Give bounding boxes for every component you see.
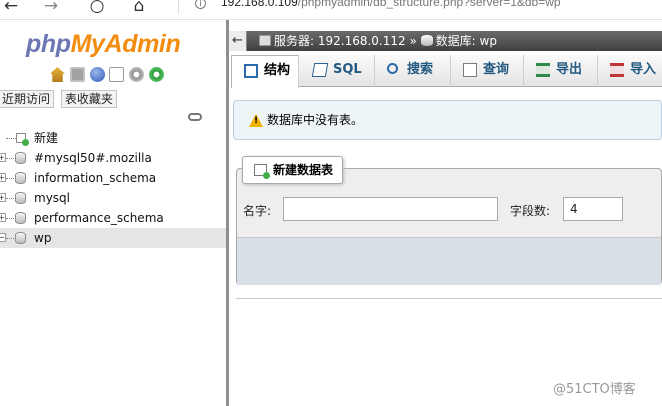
sql-icon xyxy=(311,63,329,77)
fieldset-footer xyxy=(237,237,661,285)
search-icon xyxy=(387,63,398,74)
address-bar[interactable]: i 192.168.0.109/phpmyadmin/db_structure.… xyxy=(178,0,662,14)
link-icon[interactable] xyxy=(188,113,202,121)
database-icon xyxy=(15,152,26,164)
reload-icon[interactable] xyxy=(149,67,165,82)
database-icon xyxy=(15,232,26,244)
field-count-input[interactable] xyxy=(563,197,623,221)
notice-text: 数据库中没有表。 xyxy=(267,113,364,127)
structure-icon xyxy=(244,64,258,78)
browser-toolbar: ← → ○ ⌂ i 192.168.0.109/phpmyadmin/db_st… xyxy=(0,0,662,20)
site-info-icon[interactable]: i xyxy=(195,0,206,9)
collapse-nav-icon[interactable]: ← xyxy=(229,31,247,51)
watermark: @51CTO博客 xyxy=(553,382,636,397)
tab-recent[interactable]: 近期访问 xyxy=(0,90,55,108)
phpmyadmin-logo[interactable]: phpMyAdmin xyxy=(26,30,181,59)
tab-label: 搜索 xyxy=(407,62,434,77)
tree-item-db-selected[interactable]: − wp xyxy=(0,228,226,248)
database-icon xyxy=(15,172,26,184)
docs-icon[interactable] xyxy=(109,67,125,82)
tab-bar: 结构 SQL 搜索 查询 导出 导入 xyxy=(231,55,662,88)
tab-label: 导入 xyxy=(630,62,657,77)
tab-export[interactable]: 导出 xyxy=(524,55,598,87)
tree-item-label: #mysql50#.mozilla xyxy=(34,151,152,165)
tree-item-db[interactable]: + information_schema xyxy=(0,168,226,188)
main-panel: ← 服务器: 192.168.0.112 » 数据库: wp 结构 SQL 搜索 xyxy=(229,20,662,406)
phpmyadmin-window: ← → ○ ⌂ i 192.168.0.109/phpmyadmin/db_st… xyxy=(0,0,662,406)
tree-item-new[interactable]: 新建 xyxy=(0,128,226,148)
tab-label: SQL xyxy=(333,62,362,77)
crumb-database[interactable]: 数据库: wp xyxy=(436,34,497,48)
tab-search[interactable]: 搜索 xyxy=(375,55,451,87)
tree-item-db[interactable]: + performance_schema xyxy=(0,208,226,228)
crumbs: 服务器: 192.168.0.112 » 数据库: wp xyxy=(259,31,497,51)
database-icon xyxy=(15,192,26,204)
warning-icon xyxy=(249,114,263,127)
tree-item-label: wp xyxy=(34,231,52,245)
tab-import[interactable]: 导入 xyxy=(598,55,662,87)
back-icon[interactable]: ← xyxy=(0,0,22,16)
tab-label: 结构 xyxy=(264,63,291,78)
quick-links xyxy=(50,67,165,83)
left-tabs: 近期访问 表收藏夹 xyxy=(0,90,120,108)
import-icon xyxy=(610,63,624,77)
divider xyxy=(236,298,662,299)
url-host: 192.168.0.109 xyxy=(221,0,298,9)
database-icon xyxy=(420,35,433,46)
logo-php: php xyxy=(26,30,71,58)
create-table-form: 名字: 字段数: xyxy=(243,196,662,222)
tab-label: 查询 xyxy=(483,62,510,77)
navigation-panel: phpMyAdmin 近期访问 表收藏夹 新建 + #mysql50#.mozi… xyxy=(0,20,226,406)
settings-icon[interactable] xyxy=(129,67,145,82)
tab-label: 导出 xyxy=(556,62,583,77)
tree-item-label: information_schema xyxy=(34,171,157,185)
tree-item-db[interactable]: + mysql xyxy=(0,188,226,208)
tree-item-label: performance_schema xyxy=(34,211,164,225)
export-icon xyxy=(536,63,550,77)
tab-query[interactable]: 查询 xyxy=(451,55,524,87)
query-icon xyxy=(463,63,477,77)
help-icon[interactable] xyxy=(89,67,105,82)
legend-text: 新建数据表 xyxy=(273,163,334,177)
tree-item-label: mysql xyxy=(34,191,70,205)
crumb-server[interactable]: 服务器: 192.168.0.112 xyxy=(274,34,406,48)
server-icon xyxy=(259,35,271,46)
new-table-icon xyxy=(254,164,270,179)
crumb-separator: » xyxy=(409,34,417,48)
tab-structure[interactable]: 结构 xyxy=(231,55,299,88)
create-table-fieldset: 新建数据表 名字: 字段数: xyxy=(236,156,662,285)
tree-connector xyxy=(6,138,16,139)
url-text[interactable]: 192.168.0.109/phpmyadmin/db_structure.ph… xyxy=(221,0,561,9)
table-name-label: 名字: xyxy=(243,204,272,218)
table-name-input[interactable] xyxy=(283,197,498,221)
home-icon[interactable]: ⌂ xyxy=(128,0,150,16)
reload-icon[interactable]: ○ xyxy=(86,0,108,16)
new-database-icon xyxy=(16,133,29,146)
database-tree: 新建 + #mysql50#.mozilla + information_sch… xyxy=(0,128,226,248)
logo-myadmin: MyAdmin xyxy=(70,30,181,58)
url-path: /phpmyadmin/db_structure.php?server=1&db… xyxy=(297,0,561,9)
breadcrumb: ← 服务器: 192.168.0.112 » 数据库: wp xyxy=(229,31,662,51)
tree-item-db[interactable]: + #mysql50#.mozilla xyxy=(0,148,226,168)
home-icon[interactable] xyxy=(50,67,65,82)
database-icon xyxy=(15,212,26,224)
create-table-legend: 新建数据表 xyxy=(242,156,344,184)
tab-sql[interactable]: SQL xyxy=(301,55,375,87)
field-count-label: 字段数: xyxy=(510,204,551,218)
notice-box: 数据库中没有表。 xyxy=(233,100,662,140)
exit-icon[interactable] xyxy=(69,67,85,82)
tab-favorites[interactable]: 表收藏夹 xyxy=(60,90,117,108)
tree-item-label: 新建 xyxy=(34,131,59,145)
forward-icon[interactable]: → xyxy=(40,0,62,16)
